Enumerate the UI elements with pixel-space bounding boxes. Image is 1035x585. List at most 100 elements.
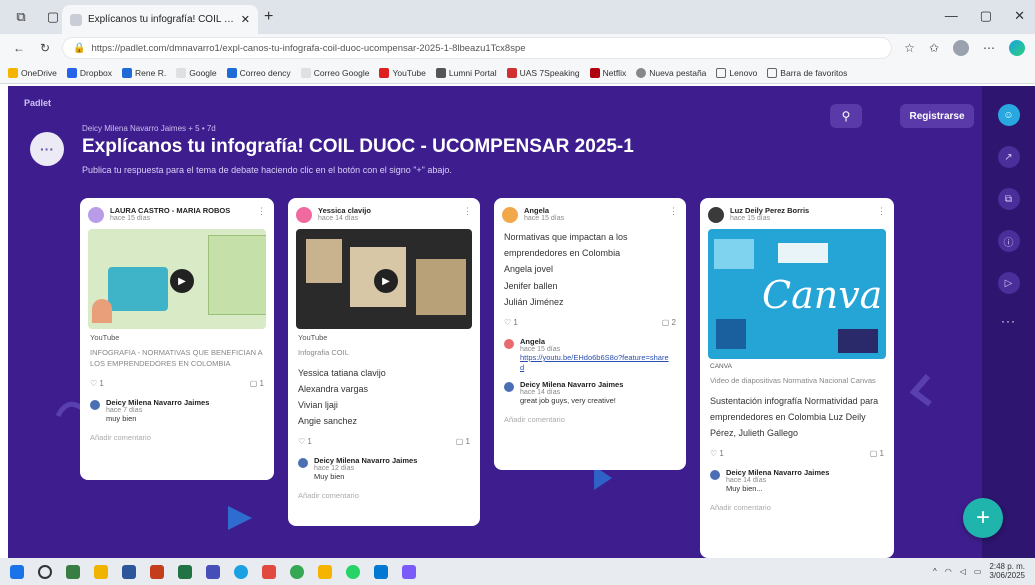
add-comment-input[interactable]: Añadir comentario	[494, 409, 686, 430]
excel-icon[interactable]	[178, 564, 192, 579]
video-thumbnail[interactable]: ▶	[88, 229, 266, 329]
post-card[interactable]: LAURA CASTRO - MARIA ROBOS hace 15 días …	[80, 198, 274, 480]
bookmark-google[interactable]: Google	[176, 67, 217, 78]
comment-author: Deicy Milena Navarro Jaimes	[106, 398, 210, 407]
post-caption: Video de diapositivas Normativa Nacional…	[710, 376, 876, 385]
padlet-board: Padlet ⚲ Registrarse ··· Deicy Milena Na…	[8, 86, 1035, 558]
teams-icon[interactable]	[206, 564, 220, 579]
powerpoint-icon[interactable]	[150, 564, 164, 579]
play-icon[interactable]: ▶	[170, 269, 194, 293]
app-icon[interactable]	[318, 564, 332, 579]
windows-start-icon[interactable]	[10, 564, 24, 579]
search-button[interactable]: ⚲	[830, 104, 862, 128]
avatar	[708, 207, 724, 223]
add-post-button[interactable]: +	[963, 498, 1003, 538]
like-count[interactable]: ♡ 1	[298, 437, 312, 446]
app-icon[interactable]	[402, 564, 416, 579]
bookmark-dropbox[interactable]: Dropbox	[66, 67, 112, 78]
app-icon[interactable]	[66, 564, 80, 579]
lock-icon: 🔒	[73, 42, 86, 54]
user-avatar[interactable]: ☺	[997, 104, 1020, 126]
right-sidebar: ☺ ↗ ⧉ ⓘ ▷ ···	[982, 86, 1035, 558]
bookmark-correo-google[interactable]: Correo Google	[300, 67, 369, 78]
url-field[interactable]: 🔒 https://padlet.com/dmnavarro1/expl-can…	[62, 37, 893, 59]
post-line: Julián Jiménez	[504, 296, 564, 307]
refresh-icon[interactable]: ↻	[36, 41, 54, 55]
video-thumbnail[interactable]: ▶	[296, 229, 472, 329]
chrome-icon[interactable]	[290, 564, 304, 579]
info-icon[interactable]: ⓘ	[997, 230, 1020, 252]
battery-icon[interactable]: ▭	[974, 567, 982, 576]
wifi-icon[interactable]: ◠	[945, 567, 952, 576]
post-menu-icon[interactable]: ⋮	[257, 206, 266, 217]
tab-actions-icon[interactable]: ▢	[42, 6, 64, 28]
post-card[interactable]: Angela hace 15 días ⋮ Normativas que imp…	[494, 198, 686, 470]
whatsapp-icon[interactable]	[346, 564, 360, 579]
illustration-person	[92, 299, 112, 323]
bookmark-youtube[interactable]: YouTube	[379, 67, 426, 78]
canva-thumbnail[interactable]: Canva	[708, 229, 886, 359]
comment-count[interactable]: ▢ 1	[456, 437, 470, 446]
back-icon[interactable]: ←	[10, 41, 28, 55]
profile-avatar[interactable]	[953, 40, 969, 56]
add-comment-input[interactable]: Añadir comentario	[80, 427, 274, 448]
maximize-icon[interactable]: ▢	[980, 8, 992, 24]
bookmark-uas[interactable]: UAS 7Speaking	[506, 67, 580, 78]
browser-tab-active[interactable]: Explícanos tu infografía! COIL DU ✕	[62, 5, 258, 34]
post-body: Sustentación infografía Normatividad par…	[700, 391, 894, 444]
copilot-icon[interactable]	[1009, 40, 1025, 56]
comment: Deicy Milena Navarro Jaimes hace 12 días…	[288, 452, 480, 485]
comment-link[interactable]: https://youtu.be/EHdo6b6S8o?feature=shar…	[520, 353, 670, 373]
bookmark-netflix[interactable]: Netflix	[589, 67, 626, 78]
new-tab-icon[interactable]: +	[264, 8, 273, 26]
bookmark-rene[interactable]: Rene R.	[122, 67, 166, 78]
minimize-icon[interactable]: —	[945, 8, 958, 24]
add-comment-input[interactable]: Añadir comentario	[700, 497, 894, 518]
more-icon[interactable]: ···	[1001, 314, 1016, 328]
post-author: Luz Deily Perez Borris	[730, 206, 810, 215]
favorite-star-icon[interactable]: ☆	[904, 41, 915, 55]
slideshow-icon[interactable]: ▷	[997, 272, 1020, 294]
like-count[interactable]: ♡ 1	[504, 318, 518, 327]
comment-count[interactable]: ▢ 1	[250, 379, 264, 388]
file-explorer-icon[interactable]	[94, 564, 108, 579]
bookmark-onedrive[interactable]: OneDrive	[8, 67, 57, 78]
post-author: Angela	[524, 206, 550, 215]
more-menu-icon[interactable]: ⋯	[983, 41, 995, 55]
close-window-icon[interactable]: ✕	[1014, 8, 1025, 24]
post-card[interactable]: Yessica clavijo hace 14 días ⋮ ▶ YouTube…	[288, 198, 480, 526]
bookmark-new-tab[interactable]: Nueva pestaña	[636, 67, 706, 78]
share-icon[interactable]: ↗	[997, 146, 1020, 168]
volume-icon[interactable]: ◁	[960, 567, 966, 576]
bookmark-favorites-bar[interactable]: Barra de favoritos	[767, 67, 847, 78]
bookmark-lenovo[interactable]: Lenovo	[716, 67, 757, 78]
comment-count[interactable]: ▢ 2	[662, 318, 676, 327]
comment-count[interactable]: ▢ 1	[870, 449, 884, 458]
search-icon[interactable]	[38, 564, 52, 579]
like-count[interactable]: ♡ 1	[710, 449, 724, 458]
post-menu-icon[interactable]: ⋮	[669, 206, 678, 217]
app-icon[interactable]	[262, 564, 276, 579]
workspaces-icon[interactable]: ⧉	[10, 6, 32, 28]
copy-icon[interactable]: ⧉	[997, 188, 1020, 210]
like-count[interactable]: ♡ 1	[90, 379, 104, 388]
edge-icon[interactable]	[234, 564, 248, 579]
chevron-up-icon[interactable]: ^	[933, 567, 937, 576]
register-button[interactable]: Registrarse	[900, 104, 974, 128]
post-menu-icon[interactable]: ⋮	[463, 206, 472, 217]
bookmark-lumni[interactable]: Lumni Portal	[435, 67, 497, 78]
post-card[interactable]: Luz Deily Perez Borris hace 15 días ⋮ Ca…	[700, 198, 894, 558]
app-icon[interactable]	[374, 564, 388, 579]
favorites-icon[interactable]: ✩	[929, 41, 939, 55]
padlet-logo[interactable]: Padlet	[24, 98, 51, 108]
post-time: hace 15 días	[730, 215, 771, 222]
post-menu-icon[interactable]: ⋮	[877, 206, 886, 217]
bookmark-correo-dency[interactable]: Correo dency	[226, 67, 291, 78]
play-icon[interactable]: ▶	[374, 269, 398, 293]
clock[interactable]: 2:48 p. m. 3/06/2025	[989, 562, 1025, 581]
add-comment-input[interactable]: Añadir comentario	[288, 485, 480, 506]
close-tab-icon[interactable]: ✕	[241, 13, 250, 26]
post-line: Alexandra vargas	[298, 383, 369, 394]
word-icon[interactable]	[122, 564, 136, 579]
comment: Deicy Milena Navarro Jaimes hace 14 días…	[494, 376, 686, 409]
